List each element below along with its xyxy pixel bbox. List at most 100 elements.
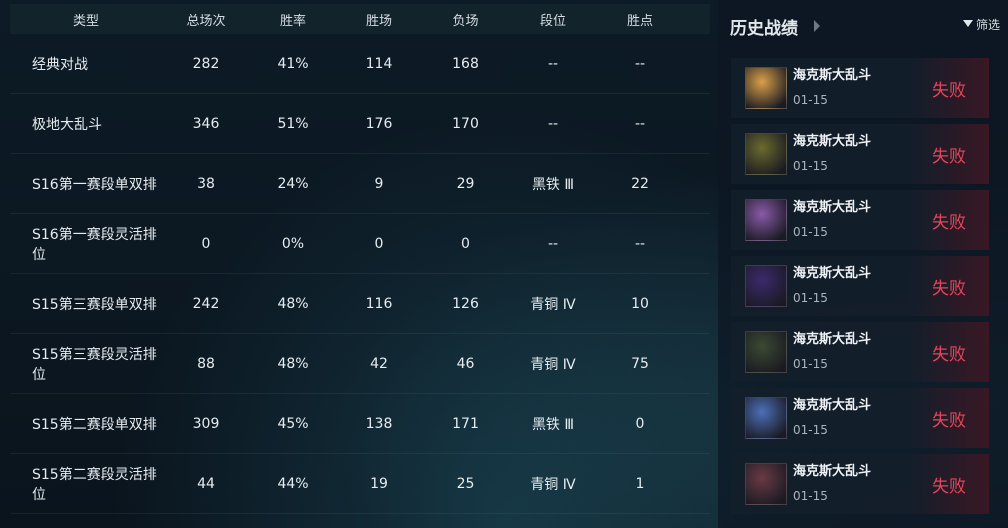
match-info: 海克斯大乱斗 01-15 — [793, 463, 871, 505]
match-mode: 海克斯大乱斗 — [793, 68, 872, 83]
table-row: S15第二赛段灵活排位 44 44% 19 25 青铜 Ⅳ 1 — [10, 454, 710, 514]
cell-losses: 171 — [452, 415, 479, 432]
match-mode: 海克斯大乱斗 — [793, 134, 872, 149]
cell-lp: -- — [634, 235, 646, 252]
match-list: 海克斯大乱斗 01-15 失败 海克斯大乱斗 01-15 失败 海克斯大乱斗 01-15 失败海… — [731, 58, 989, 520]
filter-icon — [962, 20, 973, 27]
match-date: 01-15 — [793, 291, 828, 305]
cell-losses: 46 — [456, 355, 475, 372]
match-item[interactable]: 海克斯大乱斗 01-15 失败 — [731, 322, 989, 382]
col-lp-header: 胜点 — [626, 13, 653, 29]
col-total-header: 总场次 — [186, 13, 226, 29]
cell-type: S15第三赛段单双排 — [32, 296, 157, 313]
cell-losses: 0 — [461, 235, 470, 252]
cell-total: 88 — [197, 355, 215, 372]
champion-avatar — [745, 133, 787, 175]
cell-rank: 青铜 Ⅳ — [530, 296, 576, 313]
col-rank-header: 段位 — [539, 13, 566, 29]
match-result: 失败 — [909, 190, 989, 250]
cell-type: S15第二赛段灵活排位 — [32, 466, 157, 503]
cell-wins: 176 — [365, 115, 393, 132]
champion-avatar — [745, 331, 787, 373]
match-item[interactable]: 海克斯大乱斗 01-15 失败 — [731, 454, 989, 514]
cell-total: 309 — [192, 415, 220, 432]
cell-winrate: 48% — [277, 355, 309, 372]
filter-button[interactable]: 筛选 — [962, 16, 1000, 33]
cell-wins: 138 — [365, 415, 393, 432]
cell-rank: 青铜 Ⅳ — [530, 476, 576, 493]
table-row: S15第二赛段单双排 309 45% 138 171 黑铁 Ⅲ 0 — [10, 394, 710, 454]
match-mode: 海克斯大乱斗 — [793, 398, 872, 413]
cell-losses: 168 — [452, 55, 479, 72]
cell-winrate: 0% — [281, 235, 305, 252]
cell-total: 282 — [192, 55, 220, 72]
match-mode: 海克斯大乱斗 — [793, 266, 872, 281]
cell-winrate: 24% — [277, 175, 309, 192]
match-date: 01-15 — [793, 159, 828, 173]
cell-lp: 1 — [635, 475, 645, 492]
match-info: 海克斯大乱斗 01-15 — [793, 331, 871, 373]
match-date: 01-15 — [793, 357, 828, 371]
table-row: S16第一赛段单双排 38 24% 9 29 黑铁 Ⅲ 22 — [10, 154, 710, 214]
champion-avatar — [745, 397, 787, 439]
cell-total: 242 — [192, 295, 220, 312]
col-type-header: 类型 — [72, 13, 99, 29]
cell-wins: 0 — [374, 235, 384, 252]
cell-type: S15第二赛段单双排 — [32, 416, 157, 433]
champion-avatar — [745, 199, 787, 241]
champion-avatar — [745, 67, 787, 109]
champion-avatar — [745, 265, 787, 307]
cell-rank: -- — [547, 115, 559, 132]
match-info: 海克斯大乱斗 01-15 — [793, 67, 871, 109]
cell-rank: -- — [547, 55, 559, 72]
cell-rank: 黑铁 Ⅲ — [531, 416, 575, 433]
table-header: 类型 总场次 胜率 胜场 负场 段位 胜点 — [10, 4, 710, 34]
cell-lp: -- — [634, 115, 646, 132]
match-result: 失败 — [909, 58, 989, 118]
cell-total: 0 — [201, 235, 211, 252]
cell-wins: 9 — [374, 175, 384, 192]
ranked-stats-table: 类型 总场次 胜率 胜场 负场 段位 胜点 经典对战 282 41% 114 168 --… — [10, 4, 710, 528]
match-history-panel: 历史战绩 筛选 海克斯大乱斗 01-15 失败 海克斯大乱斗 01-15 失败 海克斯大乱斗… — [718, 0, 1008, 528]
cell-wins: 19 — [370, 475, 388, 492]
match-item[interactable]: 海克斯大乱斗 01-15 失败 — [731, 388, 989, 448]
match-result: 失败 — [909, 454, 989, 514]
match-item[interactable]: 海克斯大乱斗 01-15 失败 — [731, 190, 989, 250]
cell-lp: 0 — [635, 415, 645, 432]
match-date: 01-15 — [793, 93, 828, 107]
cell-lp: 10 — [631, 295, 649, 312]
cell-wins: 116 — [365, 295, 393, 312]
cell-losses: 25 — [456, 475, 475, 492]
match-item[interactable]: 海克斯大乱斗 01-15 失败 — [731, 256, 989, 316]
match-result: 失败 — [909, 322, 989, 382]
cell-winrate: 41% — [277, 55, 309, 72]
cell-losses: 126 — [452, 295, 479, 312]
history-title[interactable]: 历史战绩 — [730, 14, 798, 39]
match-item[interactable]: 海克斯大乱斗 01-15 失败 — [731, 124, 989, 184]
cell-winrate: 45% — [277, 415, 309, 432]
cell-rank: 黑铁 Ⅲ — [531, 176, 575, 193]
table-row: 经典对战 282 41% 114 168 -- -- — [10, 34, 710, 94]
cell-type: 极地大乱斗 — [32, 116, 102, 133]
cell-losses: 29 — [456, 175, 475, 192]
cell-total: 38 — [197, 175, 215, 192]
col-winrate-header: 胜率 — [279, 13, 306, 29]
match-mode: 海克斯大乱斗 — [793, 200, 872, 215]
match-info: 海克斯大乱斗 01-15 — [793, 133, 871, 175]
cell-winrate: 44% — [277, 475, 309, 492]
filter-label: 筛选 — [975, 18, 1000, 32]
cell-rank: 青铜 Ⅳ — [530, 356, 576, 373]
match-item[interactable]: 海克斯大乱斗 01-15 失败 — [731, 58, 989, 118]
match-result: 失败 — [909, 256, 989, 316]
cell-total: 44 — [197, 475, 215, 492]
cell-winrate: 48% — [277, 295, 309, 312]
match-date: 01-15 — [793, 423, 828, 437]
champion-avatar — [745, 463, 787, 505]
cell-total: 346 — [192, 115, 220, 132]
cell-wins: 114 — [365, 55, 393, 72]
table-row: S15第三赛段单双排 242 48% 116 126 青铜 Ⅳ 10 — [10, 274, 710, 334]
match-date: 01-15 — [793, 225, 828, 239]
cell-type: 经典对战 — [32, 56, 88, 73]
chevron-right-icon[interactable] — [814, 20, 820, 32]
col-wins-header: 胜场 — [365, 13, 392, 29]
